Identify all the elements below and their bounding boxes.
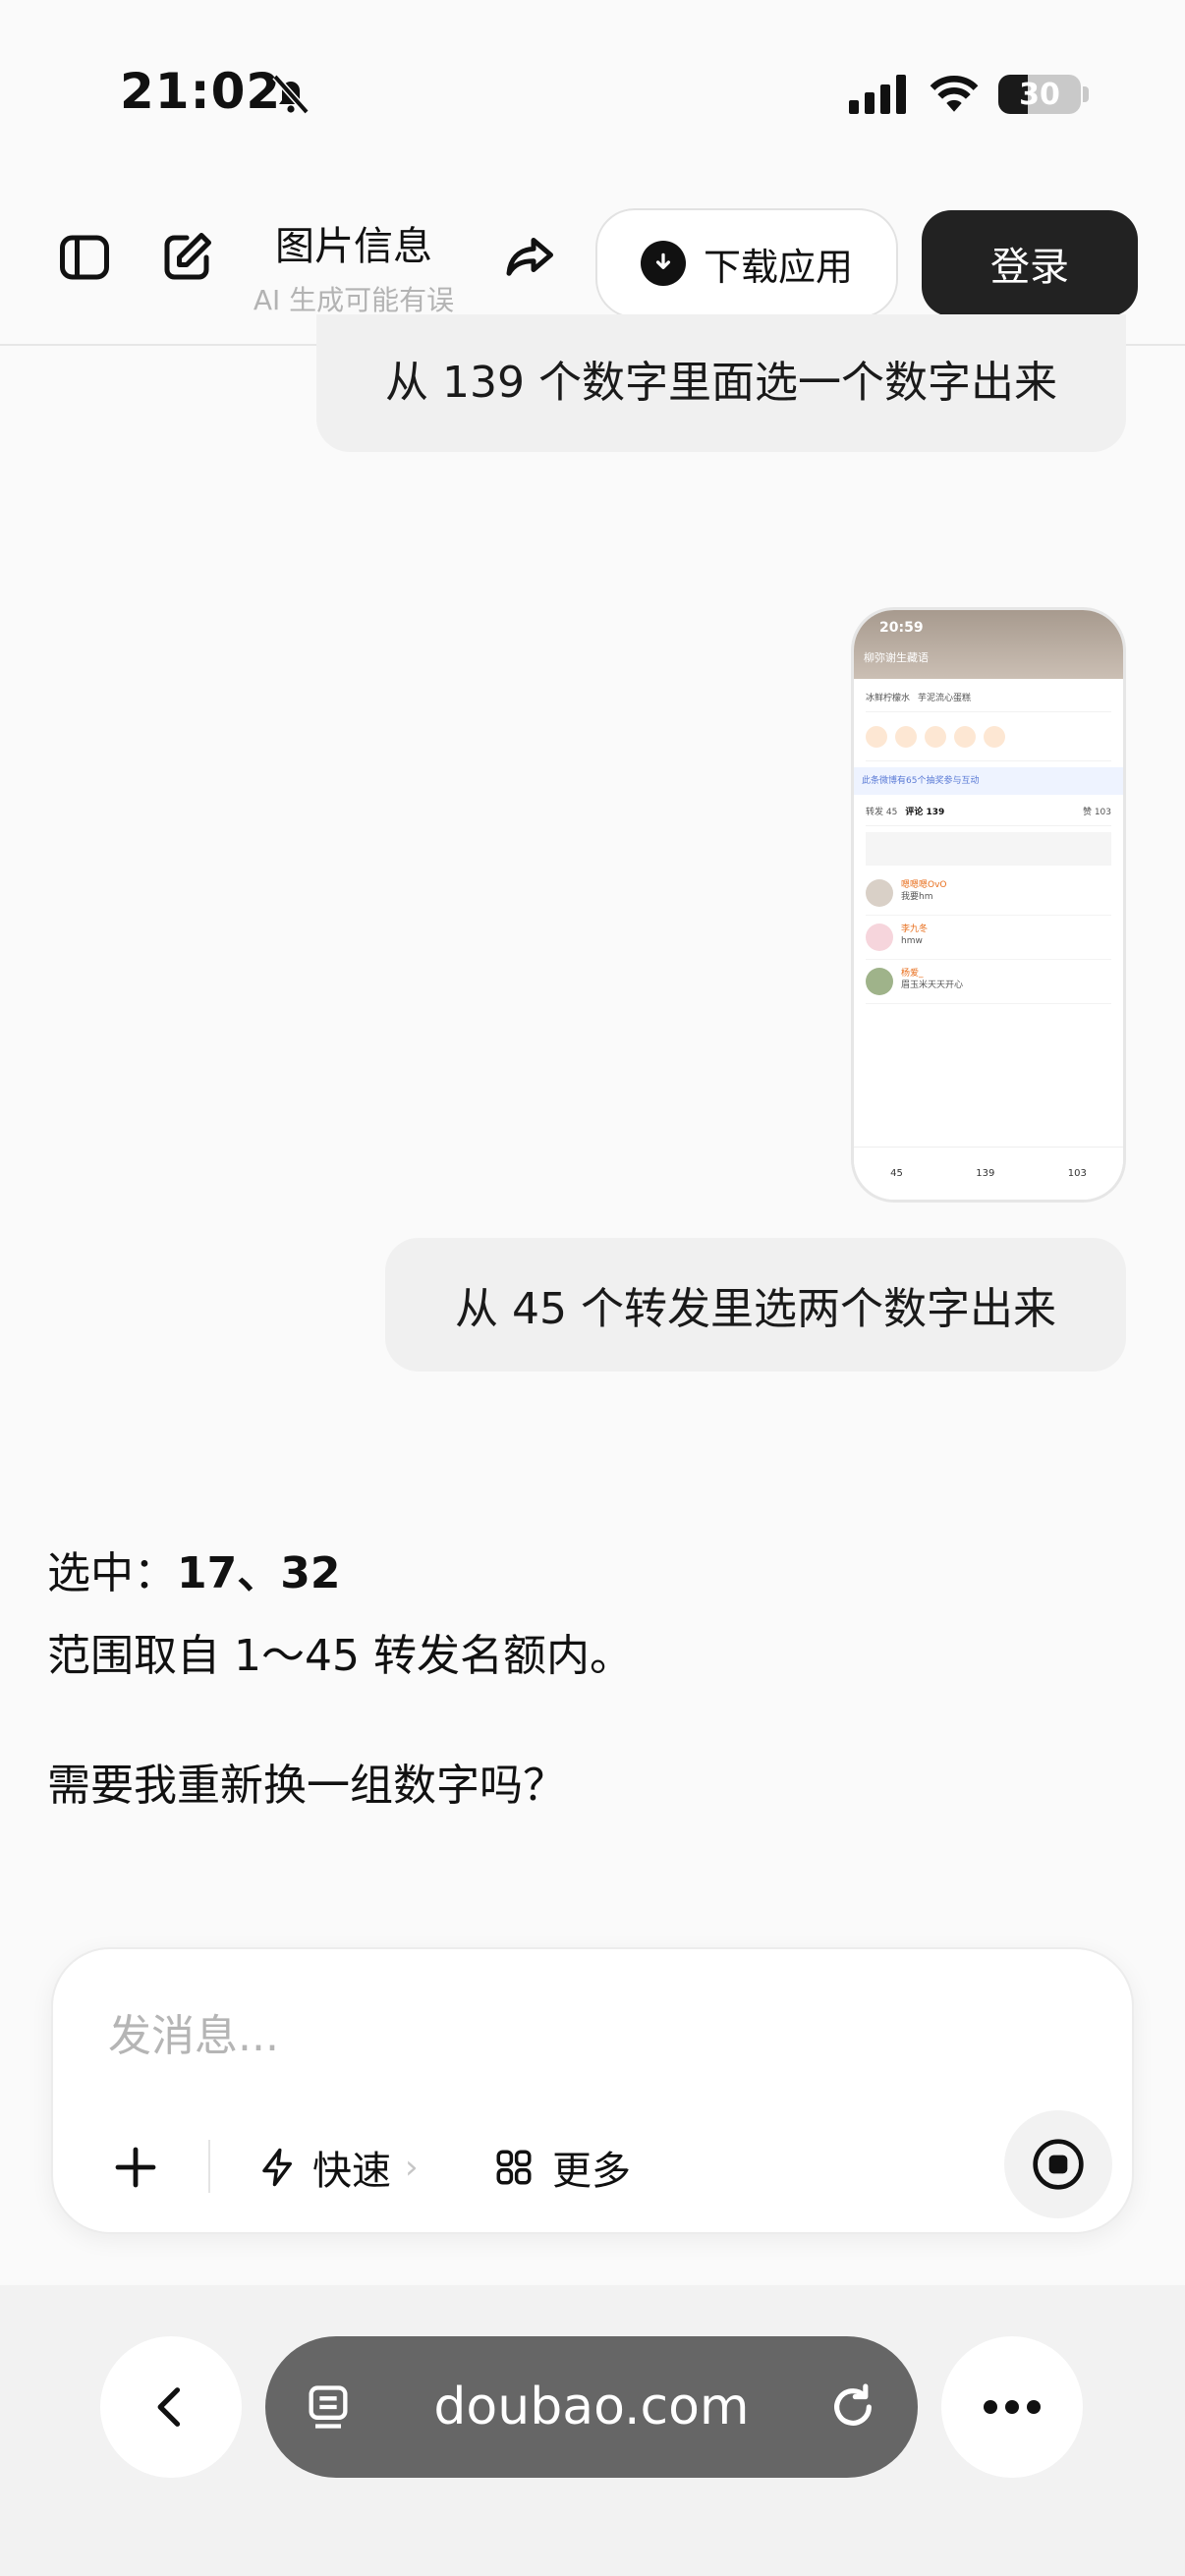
- thumb-body: 冰鲜柠檬水 芋泥流心蛋糕 此条微博有65个抽奖参与互动 转发 45 评论 139…: [854, 679, 1123, 1012]
- composer-divider: [208, 2140, 210, 2193]
- answer-line: 需要我重新换一组数字吗？: [47, 1761, 566, 1811]
- chevron-left-icon: [157, 2387, 181, 2427]
- thumb-dot: [895, 725, 917, 748]
- status-time: 21:02: [120, 63, 282, 120]
- answer-prefix: 选中：: [47, 1548, 177, 1598]
- stop-generation-button[interactable]: [1004, 2110, 1112, 2218]
- plus-icon: [115, 2147, 156, 2188]
- reload-icon[interactable]: [825, 2380, 880, 2435]
- thumb-avatar: [866, 924, 893, 951]
- thumb-header: 20:59 柳弥谢生藏语: [854, 610, 1123, 679]
- download-app-button[interactable]: 下载应用: [595, 208, 898, 318]
- thumb-comment-name: 嗯嗯嗯OvO: [901, 880, 947, 890]
- thumb-tab-likes: 赞 103: [1082, 808, 1111, 818]
- thumb-comment-name: 杨爱_: [901, 969, 924, 979]
- thumb-comment-text: 眉玉米天天开心: [901, 980, 964, 991]
- quick-mode-label: 快速: [312, 2149, 391, 2194]
- ai-disclaimer: AI 生成可能有误: [253, 284, 455, 316]
- new-chat-icon[interactable]: [157, 228, 216, 287]
- login-button[interactable]: 登录: [922, 210, 1138, 316]
- more-menu-button[interactable]: [941, 2336, 1083, 2478]
- wifi-icon: [930, 76, 979, 112]
- thumb-search-2: 芋泥流心蛋糕: [918, 694, 972, 704]
- ellipsis-icon: [984, 2400, 1041, 2414]
- bell-off-icon: [272, 74, 310, 115]
- grid-icon: [496, 2150, 532, 2185]
- address-bar[interactable]: doubao.com: [265, 2336, 918, 2478]
- url-text: doubao.com: [433, 2378, 750, 2436]
- page-title: 图片信息: [275, 224, 432, 269]
- lightning-icon: [262, 2148, 292, 2187]
- reader-icon[interactable]: [303, 2381, 354, 2433]
- thumb-avatar: [866, 879, 893, 907]
- thumb-comment-text: hmw: [901, 936, 923, 947]
- thumb-time: 20:59: [879, 620, 924, 636]
- answer-numbers: 17、32: [177, 1548, 341, 1598]
- thumb-tab-comments: 评论 139: [905, 808, 945, 818]
- assistant-message: 选中：17、32 范围取自 1～45 转发名额内。 需要我重新换一组数字吗？: [47, 1533, 1128, 1827]
- more-tools-button[interactable]: 更多: [493, 2130, 631, 2205]
- thumb-comment: 李九冬 hmw: [866, 916, 1111, 960]
- attached-screenshot[interactable]: 20:59 柳弥谢生藏语 冰鲜柠檬水 芋泥流心蛋糕 此条微博有65个抽奖参与互动…: [851, 607, 1126, 1203]
- thumb-comment-name: 李九冬: [901, 924, 929, 934]
- thumb-tab-repost: 转发 45: [866, 808, 898, 818]
- thumb-comment-text: 我要hm: [901, 892, 933, 903]
- thumb-tabs: 转发 45 评论 139 赞 103: [866, 801, 1111, 826]
- user-message: 从 45 个转发里选两个数字出来: [385, 1238, 1126, 1372]
- quick-mode-button[interactable]: 快速 ›: [257, 2130, 419, 2205]
- user-message: 从 139 个数字里面选一个数字出来: [316, 314, 1126, 452]
- thumb-notice: [866, 832, 1111, 866]
- title-block: 图片信息 AI 生成可能有误: [236, 214, 472, 318]
- thumb-footer-likes: 103: [1067, 1168, 1087, 1179]
- sidebar-toggle-icon[interactable]: [55, 228, 114, 287]
- chevron-right-icon: ›: [405, 2148, 419, 2187]
- share-icon[interactable]: [499, 228, 558, 287]
- back-button[interactable]: [100, 2336, 242, 2478]
- thumb-nav-title: 柳弥谢生藏语: [864, 651, 929, 664]
- add-attachment-button[interactable]: [102, 2134, 169, 2201]
- answer-line: 范围取自 1～45 转发名额内。: [47, 1631, 633, 1681]
- answer-gap: [47, 1698, 1128, 1745]
- browser-toolbar: doubao.com: [0, 2285, 1185, 2576]
- signal-icon: [849, 75, 906, 114]
- thumb-avatar: [866, 968, 893, 995]
- thumb-comment: 杨爱_ 眉玉米天天开心: [866, 960, 1111, 1004]
- thumb-search-1: 冰鲜柠檬水: [866, 694, 911, 704]
- thumb-dot: [984, 725, 1005, 748]
- thumb-footer-repost: 45: [890, 1168, 903, 1179]
- thumb-dot: [925, 725, 946, 748]
- message-input[interactable]: [108, 2006, 992, 2065]
- thumb-dot: [866, 725, 887, 748]
- download-app-label: 下载应用: [703, 245, 853, 289]
- battery-tip: [1083, 86, 1089, 102]
- download-icon: [640, 241, 686, 286]
- battery-indicator: 30: [998, 75, 1081, 114]
- thumb-comment: 嗯嗯嗯OvO 我要hm: [866, 871, 1111, 916]
- status-bar: 21:02 30: [0, 0, 1185, 187]
- answer-line: 选中：17、32: [47, 1533, 1128, 1615]
- message-composer: 快速 › 更多: [51, 1947, 1134, 2234]
- thumb-search-row: 冰鲜柠檬水 芋泥流心蛋糕: [866, 687, 1111, 712]
- thumb-footer: 45 139 103: [854, 1147, 1123, 1200]
- thumb-banner: 此条微博有65个抽奖参与互动: [854, 767, 1123, 795]
- stop-icon: [1033, 2139, 1084, 2190]
- thumb-icon-row: [866, 712, 1111, 761]
- thumb-dot: [954, 725, 976, 748]
- more-tools-label: 更多: [552, 2149, 631, 2194]
- thumb-footer-comments: 139: [976, 1168, 995, 1179]
